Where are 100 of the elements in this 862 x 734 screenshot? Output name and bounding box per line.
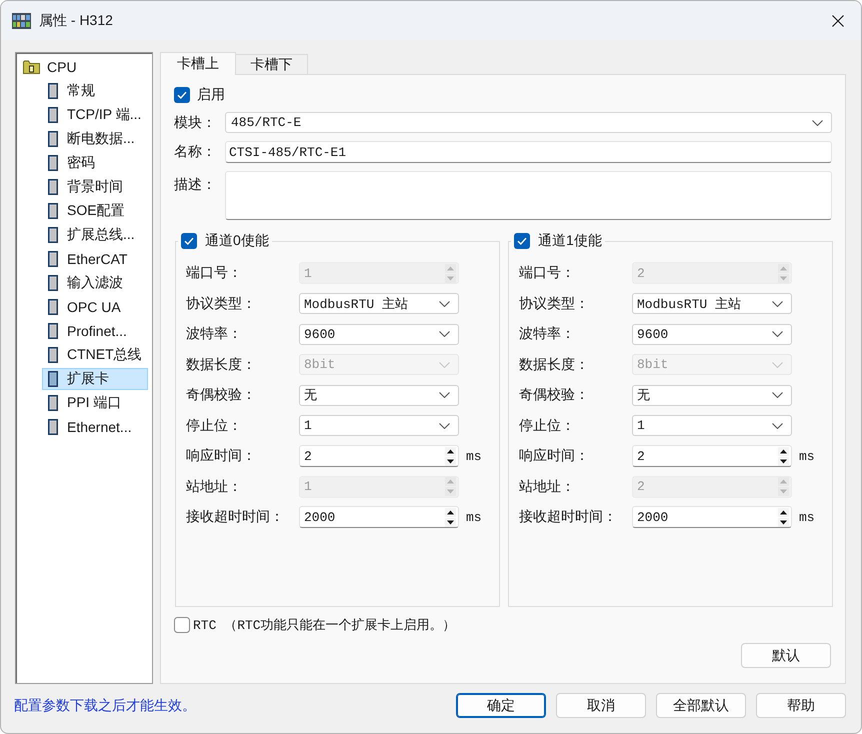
field-label: 数据长度： [519,356,590,374]
field-label: 模块： [174,114,217,132]
field-label: 接收超时时间： [186,508,285,526]
field-label: 响应时间： [186,447,257,465]
module-icon [48,275,58,291]
field-label: 奇偶校验： [519,386,590,404]
dropdown-field[interactable]: 1 [299,415,459,436]
checkbox-label[interactable]: RTC （RTC功能只能在一个扩展卡上启用。） [193,616,456,634]
tab[interactable]: 卡槽下 [236,54,308,74]
chevron-down-icon [772,422,783,428]
field-label: 奇偶校验： [186,386,257,404]
field-label: 波特率： [519,325,576,343]
caret-down-icon[interactable] [445,518,456,526]
field-label: 接收超时时间： [519,508,618,526]
module-icon [48,131,58,147]
field-label: 端口号： [186,264,243,282]
module-icon [48,299,58,315]
close-icon [832,14,844,26]
number-field[interactable]: 2 [632,445,792,467]
tree-item[interactable]: 常规 [42,80,148,102]
tree-item[interactable]: PPI 端口 [42,392,148,414]
chevron-down-icon [812,120,823,126]
tree-item[interactable]: OPC UA [42,296,148,318]
caret-up-icon[interactable] [445,508,456,516]
tree-item[interactable]: CTNET总线 [42,344,148,366]
text-field[interactable]: CTSI-485/RTC-E1 [225,141,832,163]
dialog-button[interactable]: 确定 [456,693,546,718]
module-icon [48,323,58,339]
module-icon [48,251,58,267]
chevron-down-icon [439,362,450,368]
tree-item[interactable]: 密码 [42,152,148,174]
caret-down-icon[interactable] [445,456,456,466]
field-label: 端口号： [519,264,576,282]
number-field[interactable]: 2000 [632,506,792,528]
dropdown-field[interactable]: ModbusRTU 主站 [299,293,459,314]
checkbox-label[interactable]: 启用 [197,86,225,104]
dropdown-field[interactable]: 9600 [632,324,792,344]
number-field[interactable]: 2 [299,445,459,467]
unit-label: ms [799,448,816,464]
status-text: 配置参数下载之后才能生效。 [14,696,197,715]
dropdown-field[interactable]: 无 [632,384,792,406]
tree-item[interactable]: Profinet... [42,320,148,342]
field-label: 停止位： [519,416,576,434]
text-area[interactable] [225,171,832,220]
tree-item[interactable]: 扩展总线... [42,224,148,246]
caret-up-icon[interactable] [445,446,456,456]
tree-item[interactable]: 扩展卡 [42,368,148,390]
tree-item[interactable]: Ethernet... [42,416,148,438]
field-label: 协议类型： [186,294,257,312]
window-title: 属性 - H312 [39,12,114,30]
module-icon [48,107,58,123]
module-icon [48,83,58,99]
chevron-down-icon [772,331,783,337]
dropdown-field[interactable]: ModbusRTU 主站 [632,293,792,314]
caret-down-icon[interactable] [778,456,789,466]
dialog-button[interactable]: 取消 [556,693,646,718]
field-label: 响应时间： [519,447,590,465]
caret-up-icon[interactable] [778,508,789,516]
chevron-down-icon [439,392,450,398]
unit-label: ms [466,510,483,524]
chevron-down-icon [439,300,450,306]
checkbox-label[interactable]: 通道1使能 [538,232,602,250]
chevron-down-icon [772,392,783,398]
dropdown-field[interactable]: 1 [632,415,792,436]
caret-down-icon[interactable] [778,518,789,526]
module-icon [48,227,58,243]
folder-icon [23,60,40,74]
dropdown-field[interactable]: 485/RTC-E [225,112,832,133]
module-icon [48,371,58,387]
field-label: 名称： [174,143,217,161]
dropdown-field[interactable]: 无 [299,384,459,406]
default-button[interactable]: 默认 [741,643,831,668]
checkbox[interactable] [174,617,190,633]
module-icon [48,395,58,411]
chevron-down-icon [439,331,450,337]
checkbox[interactable] [181,233,197,249]
dropdown-field[interactable]: 9600 [299,324,459,344]
tree-item[interactable]: 输入滤波 [42,272,148,294]
tree-item[interactable]: 背景时间 [42,176,148,198]
tree-item[interactable]: TCP/IP 端... [42,104,148,126]
caret-up-icon[interactable] [778,446,789,456]
module-icon [48,419,58,435]
checkbox[interactable] [174,87,190,103]
module-icon [48,203,58,219]
field-label: 停止位： [186,416,243,434]
checkbox[interactable] [514,233,530,249]
dialog-button[interactable]: 全部默认 [656,693,746,718]
field-label: 波特率： [186,325,243,343]
dialog-button[interactable]: 帮助 [756,693,846,718]
field-label: 描述： [174,175,217,194]
checkbox-label[interactable]: 通道0使能 [205,232,269,250]
field-label: 站地址： [186,478,243,496]
tree-item[interactable]: 断电数据... [42,128,148,150]
chevron-down-icon [772,362,783,368]
tree-item[interactable]: EtherCAT [42,248,148,270]
tree-item[interactable]: SOE配置 [42,200,148,222]
tree-item[interactable]: CPU [18,56,118,78]
number-field[interactable]: 2000 [299,506,459,528]
module-icon [48,347,58,363]
tab[interactable]: 卡槽上 [160,52,236,75]
